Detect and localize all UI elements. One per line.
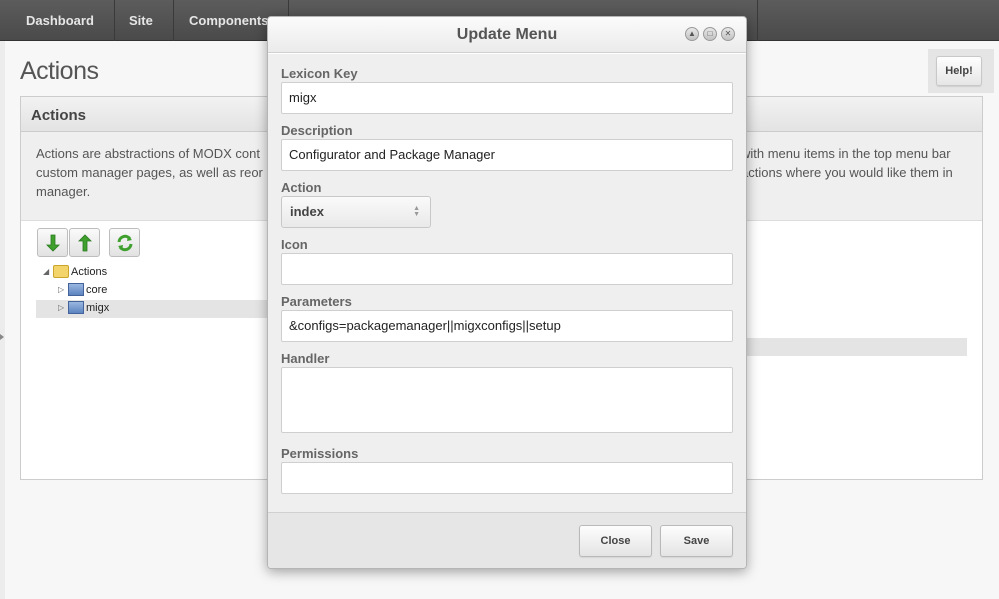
computer-icon bbox=[68, 300, 84, 314]
move-down-button[interactable] bbox=[37, 228, 68, 257]
parameters-input[interactable]: &configs=packagemanager||migxconfigs||se… bbox=[281, 310, 733, 342]
dialog-title: Update Menu bbox=[456, 26, 558, 43]
move-up-button[interactable] bbox=[69, 228, 100, 257]
tree-node-label: migx bbox=[86, 302, 110, 314]
close-button[interactable]: Close bbox=[579, 525, 652, 557]
tree-node-label: Actions bbox=[71, 266, 108, 278]
page-title: Actions bbox=[20, 57, 99, 85]
expand-arrow-icon[interactable]: ▷ bbox=[58, 281, 68, 299]
update-menu-dialog: Update Menu ▲ □ ✕ Lexicon Key migx Descr… bbox=[267, 16, 747, 569]
close-icon[interactable]: ✕ bbox=[721, 27, 735, 41]
expand-arrow-icon[interactable]: ▷ bbox=[58, 299, 68, 317]
arrow-up-icon bbox=[70, 229, 99, 256]
help-button[interactable]: Help! bbox=[936, 56, 982, 86]
handler-label: Handler bbox=[281, 351, 330, 366]
permissions-label: Permissions bbox=[281, 446, 359, 461]
parameters-label: Parameters bbox=[281, 294, 352, 309]
nav-item-dashboard[interactable]: Dashboard bbox=[6, 0, 115, 41]
desc-line1-right: with menu items in the top menu bar bbox=[741, 146, 951, 161]
lexicon-key-input[interactable]: migx bbox=[281, 82, 733, 114]
collapse-arrow-icon[interactable]: ◢ bbox=[43, 263, 53, 281]
refresh-button[interactable] bbox=[109, 228, 140, 257]
save-button[interactable]: Save bbox=[660, 525, 733, 557]
refresh-icon bbox=[110, 229, 139, 256]
description-input[interactable]: Configurator and Package Manager bbox=[281, 139, 733, 171]
desc-line1-left: Actions are abstractions of MODX cont bbox=[36, 146, 260, 161]
icon-input[interactable] bbox=[281, 253, 733, 285]
sidebar-collapse-handle[interactable] bbox=[0, 330, 5, 344]
desc-line2-right: actions where you would like them in bbox=[741, 165, 953, 180]
tree-node-core[interactable]: ▷ core bbox=[58, 281, 107, 299]
dialog-footer: Close Save bbox=[268, 512, 746, 568]
arrow-down-icon bbox=[38, 229, 67, 256]
tree-node-root[interactable]: ◢ Actions bbox=[43, 263, 107, 281]
action-select[interactable]: index ▲ ▼ bbox=[281, 196, 431, 228]
select-updown-icon: ▲ ▼ bbox=[413, 205, 420, 218]
permissions-input[interactable] bbox=[281, 462, 733, 494]
tree-node-label: core bbox=[86, 284, 108, 296]
nav-item-site[interactable]: Site bbox=[109, 0, 174, 41]
description-label: Description bbox=[281, 123, 353, 138]
dialog-body: Lexicon Key migx Description Configurato… bbox=[268, 54, 746, 512]
help-area: Help! bbox=[928, 49, 994, 93]
lexicon-key-label: Lexicon Key bbox=[281, 66, 358, 81]
handler-textarea[interactable] bbox=[281, 367, 733, 433]
tree-node-migx[interactable]: ▷ migx bbox=[58, 299, 109, 317]
icon-label: Icon bbox=[281, 237, 308, 252]
grid-row-highlight bbox=[747, 338, 967, 356]
dialog-header[interactable]: Update Menu ▲ □ ✕ bbox=[268, 17, 746, 53]
action-label: Action bbox=[281, 180, 322, 195]
computer-icon bbox=[68, 282, 84, 296]
maximize-icon[interactable]: □ bbox=[703, 27, 717, 41]
action-select-value: index bbox=[290, 204, 324, 219]
folder-icon bbox=[53, 264, 69, 278]
side-strip bbox=[0, 41, 5, 599]
desc-line2-left: custom manager pages, as well as reor bbox=[36, 165, 263, 180]
minimize-icon[interactable]: ▲ bbox=[685, 27, 699, 41]
